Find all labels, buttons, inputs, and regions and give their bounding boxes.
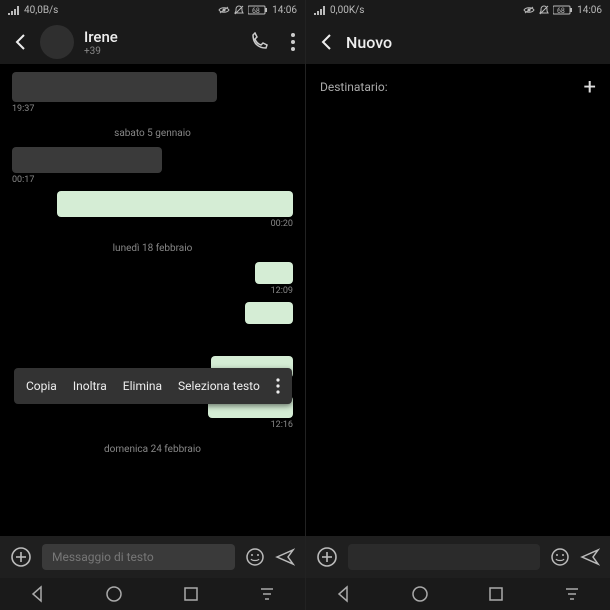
eye-off-icon (523, 5, 535, 15)
net-speed: 40,0B/s (24, 5, 58, 16)
nav-drawer-icon[interactable] (563, 585, 581, 603)
signal-icon (8, 5, 20, 15)
eye-off-icon (218, 5, 230, 15)
empty-body (306, 110, 610, 536)
nav-bar (306, 578, 610, 610)
context-forward[interactable]: Inoltra (73, 379, 107, 393)
recipient-row[interactable]: Destinatario: + (306, 64, 610, 110)
contact-info[interactable]: Irene +39 (84, 28, 227, 57)
send-icon[interactable] (275, 547, 295, 567)
call-icon[interactable] (249, 32, 269, 52)
nav-bar (0, 578, 305, 610)
left-screen: 40,0B/s 68 14:06 Irene +39 (0, 0, 305, 610)
composer (306, 536, 610, 578)
status-bar: 0,00K/s 68 14:06 (306, 0, 610, 20)
message-placeholder: Messaggio di testo (52, 550, 154, 564)
message-in[interactable] (12, 147, 162, 173)
alarm-off-icon (234, 5, 244, 15)
nav-home-icon[interactable] (411, 585, 429, 603)
status-time: 14:06 (272, 5, 297, 16)
context-more-icon[interactable] (276, 378, 280, 394)
header-title: Nuovo (346, 33, 600, 52)
signal-icon (314, 5, 326, 15)
attach-icon[interactable] (10, 546, 32, 568)
back-icon[interactable] (10, 32, 30, 52)
svg-text:68: 68 (252, 7, 260, 15)
attach-icon[interactable] (316, 546, 338, 568)
send-icon[interactable] (580, 547, 600, 567)
message-input[interactable]: Messaggio di testo (42, 544, 235, 570)
message-in[interactable] (12, 72, 217, 102)
status-time: 14:06 (577, 5, 602, 16)
recipient-label: Destinatario: (320, 80, 388, 94)
date-divider: sabato 5 gennaio (12, 128, 293, 139)
date-divider: lunedì 18 febbraio (12, 243, 293, 254)
context-menu: Copia Inoltra Elimina Seleziona testo (14, 368, 292, 404)
nav-back-icon[interactable] (29, 585, 47, 603)
right-screen: 0,00K/s 68 14:06 Nuovo Destinatario: + (305, 0, 610, 610)
timestamp: 12:09 (271, 286, 293, 296)
timestamp: 00:20 (271, 219, 293, 229)
timestamp: 00:17 (12, 175, 34, 185)
nav-recent-icon[interactable] (182, 585, 200, 603)
alarm-off-icon (539, 5, 549, 15)
date-divider: domenica 24 febbraio (12, 444, 293, 455)
message-out[interactable] (57, 191, 293, 217)
nav-back-icon[interactable] (335, 585, 353, 603)
svg-text:68: 68 (557, 7, 565, 15)
context-delete[interactable]: Elimina (123, 379, 162, 393)
nav-drawer-icon[interactable] (258, 585, 276, 603)
timestamp: 12:16 (271, 420, 293, 430)
add-recipient-icon[interactable]: + (584, 75, 596, 100)
avatar[interactable] (40, 25, 74, 59)
compose-header: Nuovo (306, 20, 610, 64)
emoji-icon[interactable] (245, 547, 265, 567)
timestamp: 19:37 (12, 104, 34, 114)
battery-icon: 68 (248, 5, 268, 15)
net-speed: 0,00K/s (330, 5, 364, 16)
contact-name: Irene (84, 28, 227, 46)
context-select[interactable]: Seleziona testo (178, 379, 260, 393)
message-out[interactable] (255, 262, 293, 284)
status-bar: 40,0B/s 68 14:06 (0, 0, 305, 20)
nav-recent-icon[interactable] (487, 585, 505, 603)
message-input[interactable] (348, 544, 540, 570)
battery-icon: 68 (553, 5, 573, 15)
message-out[interactable] (245, 302, 293, 324)
chat-body[interactable]: 19:37 sabato 5 gennaio 00:17 00:20 luned… (0, 64, 305, 536)
contact-phone: +39 (84, 46, 227, 57)
back-icon[interactable] (316, 32, 336, 52)
context-copy[interactable]: Copia (26, 379, 57, 393)
composer: Messaggio di testo (0, 536, 305, 578)
chat-header: Irene +39 (0, 20, 305, 64)
emoji-icon[interactable] (550, 547, 570, 567)
more-icon[interactable] (291, 33, 295, 51)
nav-home-icon[interactable] (105, 585, 123, 603)
